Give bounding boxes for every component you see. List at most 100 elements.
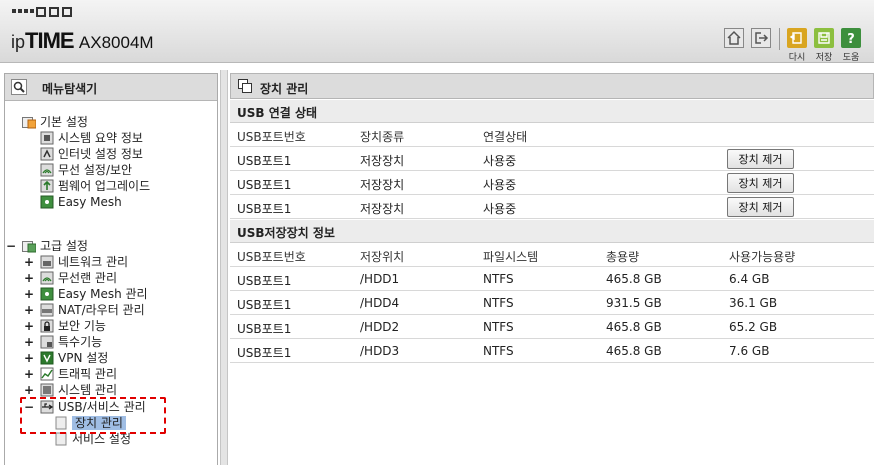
special-function-icon <box>40 335 54 349</box>
total-capacity-cell: 465.8 GB <box>606 320 662 334</box>
tree-toggle-network[interactable]: + <box>24 254 34 270</box>
page-title: 장치 관리 <box>260 82 309 96</box>
tree-item-label: 펌웨어 업그레이드 <box>58 179 151 193</box>
vpn-icon <box>40 351 54 365</box>
usb-port-cell: USB포트1 <box>237 154 292 168</box>
settings-folder-icon <box>22 239 37 253</box>
tree-item-internet-info[interactable]: 인터넷 설정 정보 <box>40 146 143 162</box>
menu-explorer-header: 메뉴탐색기 <box>5 74 217 101</box>
column-header: 사용가능용량 <box>729 250 796 264</box>
save-label[interactable]: 저장 <box>812 50 836 63</box>
table-row: USB포트1 /HDD1 NTFS 465.8 GB 6.4 GB <box>230 267 874 291</box>
mesh-icon <box>40 195 54 209</box>
tree-item-label: Easy Mesh 관리 <box>58 287 148 301</box>
table-row: USB포트1 저장장치 사용중 장치 제거 <box>230 147 874 171</box>
usb-status-section-title: USB 연결 상태 <box>230 100 874 123</box>
tree-basic-settings[interactable]: 기본 설정 <box>22 114 88 130</box>
tree-item-nat-router[interactable]: NAT/라우터 관리 <box>40 302 145 318</box>
tree-item-wireless-lan[interactable]: 무선랜 관리 <box>40 270 117 286</box>
help-icon[interactable]: ? <box>841 28 861 48</box>
redo-label[interactable]: 다시 <box>785 50 809 63</box>
tree-advanced-settings[interactable]: 고급 설정 <box>22 238 88 254</box>
tree-toggle-wireless[interactable]: + <box>24 270 34 286</box>
storage-info-section-title: USB저장장치 정보 <box>230 220 874 243</box>
tree-advanced-toggle[interactable]: − <box>6 238 16 254</box>
table-row: USB포트1 /HDD3 NTFS 465.8 GB 7.6 GB <box>230 339 874 363</box>
tree-advanced-settings-label: 고급 설정 <box>40 239 88 253</box>
lock-icon <box>40 319 54 333</box>
column-header: 저장위치 <box>360 250 405 264</box>
main-panel-header: 장치 관리 <box>230 73 874 99</box>
window-icon <box>238 79 252 96</box>
usb-port-cell: USB포트1 <box>237 274 292 288</box>
tree-item-label: 시스템 관리 <box>58 383 118 397</box>
tree-item-easy-mesh-admin[interactable]: Easy Mesh 관리 <box>40 286 148 302</box>
tree-toggle-easy-mesh[interactable]: + <box>24 286 34 302</box>
usb-port-cell: USB포트1 <box>237 298 292 312</box>
brand-time: TIME <box>25 28 75 53</box>
usb-port-cell: USB포트1 <box>237 202 292 216</box>
highlight-box <box>20 397 166 434</box>
tree-toggle-system[interactable]: + <box>24 382 34 398</box>
connection-status-cell: 사용중 <box>483 154 517 168</box>
remove-device-button[interactable]: 장치 제거 <box>727 173 794 193</box>
tree-item-label: VPN 설정 <box>58 351 109 365</box>
brand-dots-logo <box>12 7 75 23</box>
tree-toggle-nat[interactable]: + <box>24 302 34 318</box>
tree-toggle-security[interactable]: + <box>24 318 34 334</box>
mesh-icon <box>40 287 54 301</box>
usb-port-cell: USB포트1 <box>237 178 292 192</box>
redo-icon[interactable] <box>787 28 807 48</box>
tree-item-firmware-upgrade[interactable]: 펌웨어 업그레이드 <box>40 178 150 194</box>
tree-item-easy-mesh[interactable]: Easy Mesh <box>40 194 122 210</box>
brand-ip: ip <box>11 32 26 52</box>
tree-item-label: 특수기능 <box>58 335 103 349</box>
free-capacity-cell: 7.6 GB <box>729 344 770 358</box>
system-icon <box>40 383 54 397</box>
tree-item-label: 서비스 설정 <box>72 432 132 446</box>
tree-item-label: 인터넷 설정 정보 <box>58 147 143 161</box>
panel-splitter[interactable] <box>220 70 228 465</box>
tree-item-special-functions[interactable]: 특수기능 <box>40 334 102 350</box>
device-type-cell: 저장장치 <box>360 178 405 192</box>
total-capacity-cell: 931.5 GB <box>606 296 662 310</box>
tree-item-vpn[interactable]: VPN 설정 <box>40 350 108 366</box>
tree-item-system[interactable]: 시스템 관리 <box>40 382 117 398</box>
remove-device-button[interactable]: 장치 제거 <box>727 197 794 217</box>
tree-toggle-traffic[interactable]: + <box>24 366 34 382</box>
page-icon <box>54 432 68 446</box>
free-capacity-cell: 6.4 GB <box>729 272 770 286</box>
main-panel: 장치 관리 USB 연결 상태 USB포트번호 장치종류 연결상태 USB포트1… <box>230 73 874 465</box>
home-icon[interactable] <box>724 28 744 48</box>
tree-toggle-vpn[interactable]: + <box>24 350 34 366</box>
tree-item-wireless-security[interactable]: 무선 설정/보안 <box>40 162 132 178</box>
location-cell: /HDD1 <box>360 272 400 286</box>
tree-basic-settings-label: 기본 설정 <box>40 115 88 129</box>
device-type-cell: 저장장치 <box>360 202 405 216</box>
location-cell: /HDD3 <box>360 344 400 358</box>
tree-item-label: Easy Mesh <box>58 195 122 209</box>
filesystem-cell: NTFS <box>483 272 514 286</box>
tree-item-network[interactable]: 네트워크 관리 <box>40 254 128 270</box>
save-icon[interactable] <box>814 28 834 48</box>
tree-item-security[interactable]: 보안 기능 <box>40 318 106 334</box>
tree-toggle-special[interactable]: + <box>24 334 34 350</box>
top-header: ipTIME AX8004M 다시 저장 ? 도움 <box>0 0 874 63</box>
system-info-icon <box>40 131 54 145</box>
tree-item-label: 무선 설정/보안 <box>58 163 133 177</box>
total-capacity-cell: 465.8 GB <box>606 272 662 286</box>
logout-icon[interactable] <box>751 28 771 48</box>
help-label[interactable]: 도움 <box>839 50 863 63</box>
storage-info-title: USB저장장치 정보 <box>237 226 335 240</box>
tree-item-traffic[interactable]: 트래픽 관리 <box>40 366 117 382</box>
header-separator <box>779 28 780 50</box>
traffic-chart-icon <box>40 367 54 381</box>
usb-port-cell: USB포트1 <box>237 322 292 336</box>
tree-item-label: 트래픽 관리 <box>58 367 118 381</box>
internet-icon <box>40 147 54 161</box>
magnifier-icon <box>11 79 27 98</box>
remove-device-button[interactable]: 장치 제거 <box>727 149 794 169</box>
location-cell: /HDD2 <box>360 320 400 334</box>
tree-item-system-summary[interactable]: 시스템 요약 정보 <box>40 130 143 146</box>
storage-header-row: USB포트번호 저장위치 파일시스템 총용량 사용가능용량 <box>230 243 874 267</box>
